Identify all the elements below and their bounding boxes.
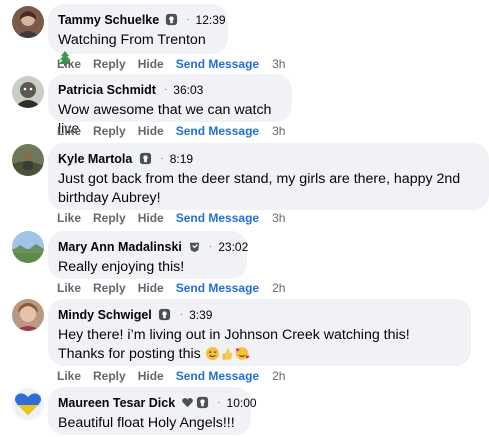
hide-button[interactable]: Hide: [138, 211, 164, 225]
hide-button[interactable]: Hide: [138, 57, 164, 71]
commenter-name[interactable]: Maureen Tesar Dick: [58, 396, 175, 410]
like-button[interactable]: Like: [57, 369, 81, 383]
separator-dot: ·: [208, 241, 213, 252]
reply-button[interactable]: Reply: [93, 369, 126, 383]
avatar[interactable]: [12, 299, 44, 331]
reply-button[interactable]: Reply: [93, 281, 126, 295]
like-button[interactable]: Like: [57, 211, 81, 225]
comment-bubble: Maureen Tesar Dick · 10:00 Beautiful flo…: [48, 387, 257, 435]
send-message-button[interactable]: Send Message: [176, 369, 259, 383]
separator-dot: ·: [160, 153, 164, 164]
comment-bubble: Mary Ann Madalinski · 23:02 Really enjoy…: [48, 231, 248, 279]
comment-actions: Like Reply Hide Send Message 3h: [57, 211, 297, 225]
commenter-name[interactable]: Tammy Schuelke: [58, 13, 159, 27]
fan-badge-icon: [181, 396, 194, 410]
like-button[interactable]: Like: [57, 124, 81, 138]
comment-age[interactable]: 2h: [272, 281, 285, 295]
top-fan-badge-icon: [165, 13, 178, 27]
separator-dot: ·: [163, 84, 168, 95]
comment-bubble: Patricia Schmidt · 36:03 Wow awesome tha…: [48, 74, 292, 137]
avatar[interactable]: [12, 144, 44, 176]
send-message-button[interactable]: Send Message: [176, 281, 259, 295]
like-button[interactable]: Like: [57, 281, 81, 295]
video-timestamp[interactable]: 36:03: [173, 83, 203, 97]
comment-age[interactable]: 3h: [272, 124, 285, 138]
wink-face-icon: [205, 346, 220, 367]
avatar[interactable]: [12, 231, 44, 263]
comment-bubble: Kyle Martola · 8:19 Just got back from t…: [48, 143, 489, 210]
fan-badge-icon: [188, 240, 201, 254]
video-timestamp[interactable]: 3:39: [189, 308, 212, 322]
separator-dot: ·: [179, 309, 184, 320]
comment-actions: Like Reply Hide Send Message 2h: [57, 281, 297, 295]
separator-dot: ·: [217, 397, 221, 408]
reply-button[interactable]: Reply: [93, 211, 126, 225]
comment-text: Really enjoying this!: [58, 259, 185, 275]
comment-text: Beautiful float Holy Angels!!!: [58, 415, 235, 431]
video-timestamp[interactable]: 10:00: [227, 396, 257, 410]
hide-button[interactable]: Hide: [138, 281, 164, 295]
send-message-button[interactable]: Send Message: [176, 57, 259, 71]
separator-dot: ·: [186, 14, 190, 25]
comment-bubble: Tammy Schuelke · 12:39 Watching From Tre…: [48, 4, 228, 66]
reply-button[interactable]: Reply: [93, 57, 126, 71]
top-fan-badge-icon: [138, 152, 152, 166]
comment-actions: Like Reply Hide Send Message 3h: [57, 57, 297, 71]
video-timestamp[interactable]: 23:02: [218, 240, 248, 254]
smiling-face-with-hearts-icon: [234, 346, 250, 367]
comment-age[interactable]: 3h: [272, 211, 285, 225]
like-button[interactable]: Like: [57, 57, 81, 71]
comment-bubble: Mindy Schwigel · 3:39 Hey there! i’m liv…: [48, 299, 471, 366]
comment-age[interactable]: 3h: [272, 57, 285, 71]
commenter-name[interactable]: Mary Ann Madalinski: [58, 240, 182, 254]
comment-actions: Like Reply Hide Send Message 3h: [57, 124, 297, 138]
avatar[interactable]: [12, 6, 44, 38]
comment-actions: Like Reply Hide Send Message 2h: [57, 369, 297, 383]
commenter-name[interactable]: Mindy Schwigel: [58, 308, 152, 322]
video-timestamp[interactable]: 8:19: [170, 152, 193, 166]
comment-text: Just got back from the deer stand, my gi…: [58, 171, 461, 206]
commenter-name[interactable]: Kyle Martola: [58, 152, 132, 166]
reply-button[interactable]: Reply: [93, 124, 126, 138]
hide-button[interactable]: Hide: [138, 124, 164, 138]
comment-age[interactable]: 2h: [272, 369, 285, 383]
commenter-name[interactable]: Patricia Schmidt: [58, 83, 156, 97]
avatar[interactable]: [12, 76, 44, 108]
top-fan-badge-icon: [196, 396, 209, 410]
thumbs-up-icon: [220, 346, 234, 367]
video-timestamp[interactable]: 12:39: [196, 13, 226, 27]
avatar[interactable]: [12, 388, 44, 420]
send-message-button[interactable]: Send Message: [176, 124, 259, 138]
top-fan-badge-icon: [158, 308, 172, 322]
send-message-button[interactable]: Send Message: [176, 211, 259, 225]
hide-button[interactable]: Hide: [138, 369, 164, 383]
comment-text: Hey there! i’m living out in Johnson Cre…: [58, 326, 459, 367]
